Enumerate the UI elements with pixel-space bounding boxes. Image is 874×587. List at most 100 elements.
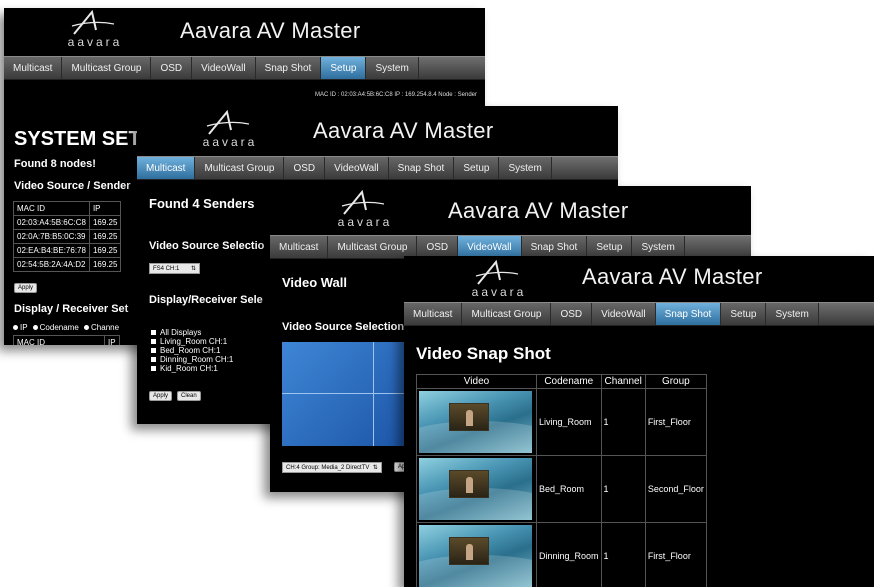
video-thumbnail[interactable] bbox=[419, 525, 532, 587]
radio-group: IP Codename Channe bbox=[10, 323, 119, 332]
tab-osd[interactable]: OSD bbox=[551, 303, 593, 325]
tab-setup[interactable]: Setup bbox=[587, 236, 633, 258]
tab-system[interactable]: System bbox=[766, 303, 819, 325]
table-header-row: MAC ID IP bbox=[13, 335, 120, 345]
cell-channel: 1 bbox=[600, 455, 646, 523]
checkbox-icon[interactable] bbox=[151, 366, 156, 372]
table-row[interactable]: 02:54:5B:2A:4A:D2 169.25 bbox=[13, 257, 122, 272]
tab-snap-shot[interactable]: Snap Shot bbox=[388, 157, 455, 179]
list-item[interactable]: Bed_Room CH:1 bbox=[151, 346, 233, 355]
tab-setup[interactable]: Setup bbox=[321, 57, 367, 79]
tab-system[interactable]: System bbox=[366, 57, 419, 79]
checklist-label: Bed_Room CH:1 bbox=[160, 346, 221, 355]
receiver-table: MAC ID IP bbox=[13, 335, 120, 345]
tab-videowall[interactable]: VideoWall bbox=[458, 236, 522, 258]
checkbox-icon[interactable] bbox=[151, 330, 156, 336]
table-row[interactable]: Living_Room 1 First_Floor bbox=[416, 388, 707, 456]
video-thumbnail[interactable] bbox=[419, 458, 532, 520]
radio-label-channel: Channe bbox=[91, 323, 120, 332]
list-item[interactable]: Living_Room CH:1 bbox=[151, 337, 233, 346]
page-title: Video Wall bbox=[282, 275, 348, 290]
radio-ip-icon[interactable] bbox=[13, 325, 18, 331]
tab-multicast[interactable]: Multicast bbox=[404, 303, 463, 325]
table-row[interactable]: 02:03:A4:5B:6C:C8 169.25 bbox=[13, 215, 122, 230]
checkbox-icon[interactable] bbox=[151, 348, 156, 354]
checkbox-icon[interactable] bbox=[151, 339, 156, 345]
tab-multicast-group[interactable]: Multicast Group bbox=[328, 236, 418, 258]
app-title: Aavara AV Master bbox=[582, 264, 763, 289]
snapshot-table: Video Codename Channel Group Living_Room… bbox=[416, 374, 707, 587]
table-header-row: MAC ID IP bbox=[13, 201, 122, 216]
table-row[interactable]: 02:0A:7B:B5:0C:39 169.25 bbox=[13, 229, 122, 244]
cell-ip: 169.25 bbox=[88, 243, 122, 258]
cell-codename: Bed_Room bbox=[536, 455, 602, 523]
apply-button[interactable]: Apply bbox=[149, 391, 173, 401]
display-checklist: All Displays Living_Room CH:1 Bed_Room C… bbox=[151, 328, 233, 373]
tab-osd[interactable]: OSD bbox=[417, 236, 459, 258]
video-thumbnail-cell[interactable] bbox=[416, 522, 537, 587]
nav-bar: Multicast Multicast Group OSD VideoWall … bbox=[404, 302, 874, 326]
video-thumbnail-cell[interactable] bbox=[416, 388, 537, 456]
tab-setup[interactable]: Setup bbox=[721, 303, 767, 325]
clean-button[interactable]: Clean bbox=[177, 391, 201, 401]
logo-text: aavara bbox=[337, 215, 393, 229]
apply-button[interactable]: Apply bbox=[14, 283, 38, 293]
radio-codename-icon[interactable] bbox=[32, 325, 38, 331]
tab-osd[interactable]: OSD bbox=[151, 57, 193, 79]
tab-setup[interactable]: Setup bbox=[454, 157, 500, 179]
aavara-swoosh-logo-icon bbox=[341, 190, 385, 215]
list-item[interactable]: Kid_Room CH:1 bbox=[151, 364, 233, 373]
tab-snap-shot[interactable]: Snap Shot bbox=[521, 236, 588, 258]
cell-group: Second_Floor bbox=[644, 455, 707, 523]
checklist-label: Living_Room CH:1 bbox=[160, 337, 228, 346]
tab-videowall[interactable]: VideoWall bbox=[325, 157, 389, 179]
table-row[interactable]: 02:EA:B4:BE:76:78 169.25 bbox=[13, 243, 122, 258]
tab-multicast[interactable]: Multicast bbox=[270, 236, 329, 258]
app-title: Aavara AV Master bbox=[448, 198, 629, 223]
table-row[interactable]: Dinning_Room 1 First_Floor bbox=[416, 522, 707, 587]
video-wall-preview[interactable] bbox=[282, 342, 404, 446]
grid-divider bbox=[373, 342, 374, 446]
tab-snap-shot[interactable]: Snap Shot bbox=[255, 57, 322, 79]
tab-multicast[interactable]: Multicast bbox=[4, 57, 63, 79]
section-display-receiver: Display / Receiver Set bbox=[14, 303, 129, 315]
tab-snap-shot[interactable]: Snap Shot bbox=[655, 303, 722, 325]
logo-text: aavara bbox=[202, 135, 258, 149]
video-thumbnail[interactable] bbox=[419, 391, 532, 453]
video-thumbnail-cell[interactable] bbox=[416, 455, 537, 523]
tab-videowall[interactable]: VideoWall bbox=[592, 303, 656, 325]
cell-group: First_Floor bbox=[644, 522, 707, 587]
table-row[interactable]: Bed_Room 1 Second_Floor bbox=[416, 455, 707, 523]
select-arrows-icon: ⇅ bbox=[371, 465, 378, 471]
col-group: Group bbox=[644, 374, 707, 389]
col-ip: IP bbox=[104, 335, 120, 345]
cell-mac: 02:03:A4:5B:6C:C8 bbox=[13, 215, 90, 230]
cell-ip: 169.25 bbox=[88, 215, 122, 230]
tab-multicast-group[interactable]: Multicast Group bbox=[62, 57, 152, 79]
section-display-receiver: Display/Receiver Sele bbox=[149, 294, 263, 306]
page-title: Video Snap Shot bbox=[416, 344, 551, 363]
tab-multicast-group[interactable]: Multicast Group bbox=[462, 303, 552, 325]
cell-ip: 169.25 bbox=[88, 257, 122, 272]
logo-text: aavara bbox=[471, 285, 527, 299]
aavara-swoosh-logo-icon bbox=[475, 260, 519, 285]
col-ip: IP bbox=[88, 201, 122, 216]
logo: aavara bbox=[330, 190, 400, 232]
aavara-swoosh-logo-icon bbox=[71, 10, 115, 35]
tab-system[interactable]: System bbox=[632, 236, 685, 258]
radio-channel-icon[interactable] bbox=[84, 325, 90, 331]
cell-mac: 02:EA:B4:BE:76:78 bbox=[13, 243, 90, 258]
tab-multicast-group[interactable]: Multicast Group bbox=[195, 157, 285, 179]
cell-mac: 02:0A:7B:B5:0C:39 bbox=[13, 229, 90, 244]
checkbox-icon[interactable] bbox=[151, 357, 156, 363]
col-video: Video bbox=[416, 374, 537, 389]
source-select[interactable]: FS4 CH:1 ⇅ bbox=[149, 263, 201, 274]
found-senders: Found 4 Senders bbox=[149, 196, 255, 211]
list-item[interactable]: Dinning_Room CH:1 bbox=[151, 355, 233, 364]
tab-osd[interactable]: OSD bbox=[284, 157, 326, 179]
tab-videowall[interactable]: VideoWall bbox=[192, 57, 256, 79]
source-select[interactable]: CH:4 Group: Media_2 DirectTV ⇅ bbox=[282, 462, 382, 473]
tab-system[interactable]: System bbox=[499, 157, 552, 179]
list-item[interactable]: All Displays bbox=[151, 328, 233, 337]
tab-multicast[interactable]: Multicast bbox=[137, 157, 196, 179]
